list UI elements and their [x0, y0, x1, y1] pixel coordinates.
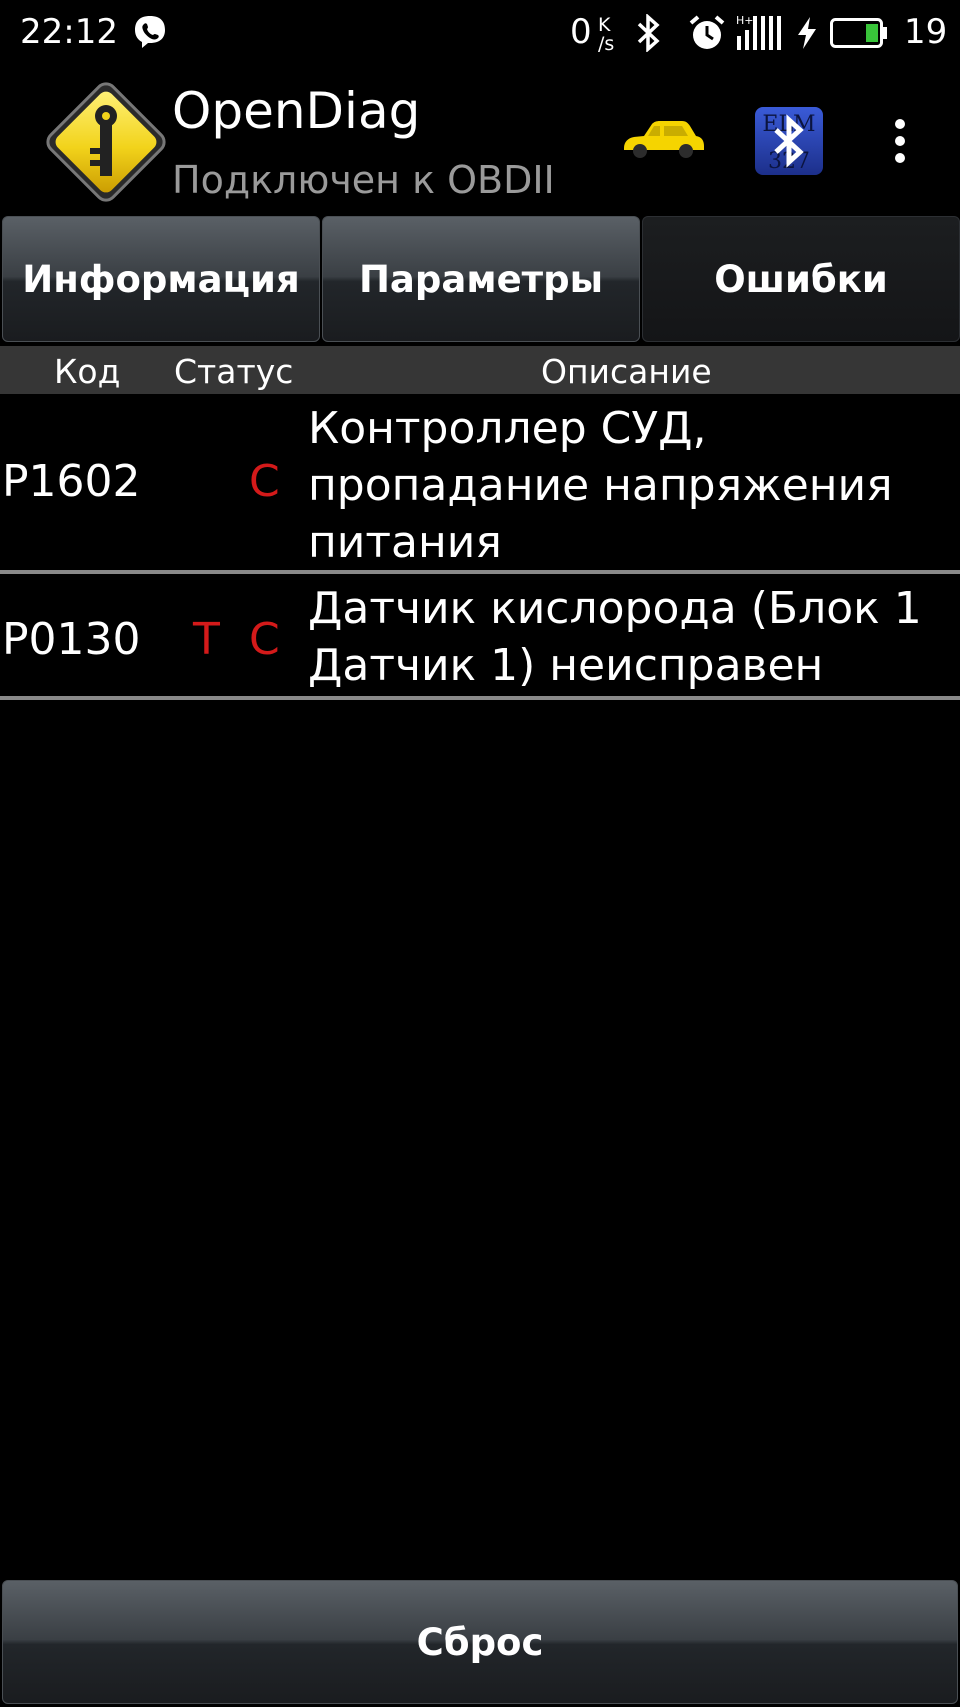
key-logo-icon — [40, 76, 172, 208]
tab-errors[interactable]: Ошибки — [642, 216, 960, 342]
overflow-menu-icon[interactable] — [890, 118, 910, 164]
tab-information[interactable]: Информация — [2, 216, 320, 342]
speed-unit-bottom: /s — [598, 33, 615, 55]
battery-level: 19 — [904, 12, 948, 52]
status-flag-c: C — [249, 456, 280, 507]
error-row[interactable]: P1602 C Контроллер СУД, пропадание напря… — [0, 394, 960, 570]
description-line: Датчик кислорода (Блок 1 — [308, 583, 922, 634]
description-line: Контроллер СУД, — [308, 403, 707, 454]
status-flag-t: T — [193, 614, 220, 665]
error-code: P0130 — [2, 614, 141, 665]
car-icon[interactable] — [620, 116, 706, 162]
column-header-status: Статус — [174, 352, 294, 391]
network-speed-value: 0 — [570, 12, 592, 52]
error-description: Контроллер СУД, пропадание напряжения пи… — [308, 400, 958, 571]
alarm-icon — [688, 14, 726, 56]
column-header-code: Код — [54, 352, 121, 391]
error-code: P1602 — [2, 456, 141, 507]
connection-status: Подключен к OBDII — [172, 158, 555, 202]
tab-parameters[interactable]: Параметры — [322, 216, 640, 342]
network-speed-unit: K /s — [598, 16, 614, 54]
charging-icon — [796, 16, 818, 54]
error-row[interactable]: P0130 T C Датчик кислорода (Блок 1 Датчи… — [0, 574, 960, 696]
description-line: Датчик 1) неисправен — [308, 640, 824, 691]
description-line: пропадание напряжения — [308, 460, 893, 511]
error-description: Датчик кислорода (Блок 1 Датчик 1) неисп… — [308, 580, 958, 694]
description-line: питания — [308, 517, 502, 568]
elm327-bluetooth-icon[interactable]: ELM 327 — [754, 106, 824, 176]
status-time: 22:12 — [20, 12, 118, 52]
error-table-header: Код Статус Описание — [0, 346, 960, 394]
signal-icon: H+ — [736, 14, 786, 56]
bluetooth-icon — [636, 13, 662, 56]
battery-icon — [830, 18, 887, 48]
status-flag-c: C — [249, 614, 280, 665]
column-header-description: Описание — [541, 352, 712, 391]
app-title: OpenDiag — [172, 82, 421, 140]
reset-button[interactable]: Сброс — [2, 1580, 958, 1704]
viber-icon — [132, 14, 168, 54]
row-divider — [0, 696, 960, 700]
app-header: OpenDiag Подключен к OBDII ELM 327 — [0, 68, 960, 210]
tab-bar: Информация Параметры Ошибки — [0, 216, 960, 344]
svg-text:H+: H+ — [736, 14, 754, 27]
status-bar: 22:12 0 K /s H+ 19 — [0, 0, 960, 68]
